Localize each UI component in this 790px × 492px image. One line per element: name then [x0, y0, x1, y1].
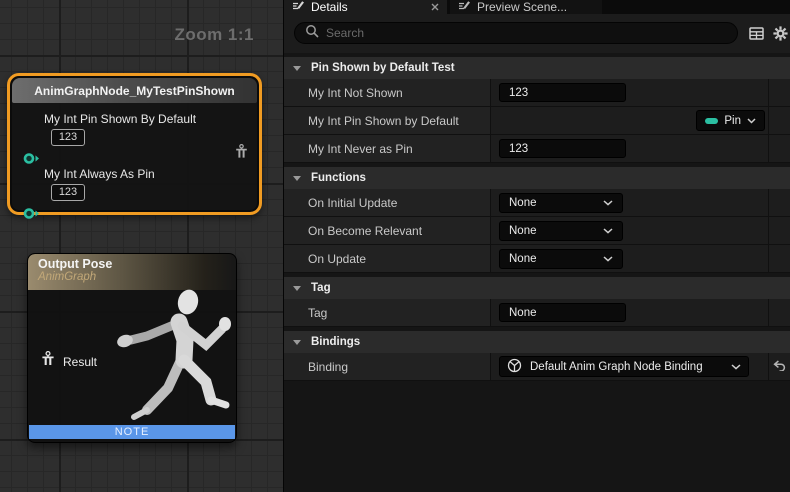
animgraph-editor-window: Zoom 1:1 AnimGraphNode_MyTestPinShown My… — [0, 0, 790, 492]
tab-bar: Details Preview Scene... — [284, 0, 790, 14]
pin-default-value[interactable]: 123 — [51, 184, 85, 201]
select-value: None — [509, 253, 537, 265]
tab-preview-scene[interactable]: Preview Scene... — [450, 0, 602, 14]
section-title: Tag — [311, 282, 331, 294]
search-row — [284, 14, 790, 53]
chevron-down-icon — [603, 225, 613, 237]
property-label: On Update — [284, 245, 491, 272]
section-bindings: Bindings Binding Default Anim Graph Node… — [284, 331, 790, 381]
property-label: My Int Never as Pin — [284, 135, 491, 162]
result-pin-row[interactable]: Result — [41, 351, 97, 372]
property-row: My Int Pin Shown by Default Pin — [284, 107, 790, 135]
reset-column — [768, 135, 790, 162]
property-label: My Int Not Shown — [284, 79, 491, 106]
binding-class-label: Default Anim Graph Node Binding — [530, 361, 703, 373]
expander-arrow-icon[interactable] — [293, 286, 301, 291]
node-title-bar[interactable]: Output Pose AnimGraph — [28, 254, 236, 290]
property-label: Tag — [284, 299, 491, 326]
pin-row: My Int Pin Shown By Default 123 — [44, 112, 235, 146]
close-icon[interactable] — [431, 0, 439, 14]
property-row: On Initial Update None — [284, 189, 790, 217]
property-row: Tag — [284, 299, 790, 327]
section-header[interactable]: Functions — [284, 167, 790, 189]
pose-pin-icon[interactable] — [41, 351, 55, 372]
reset-column — [768, 217, 790, 244]
section-tag: Tag Tag — [284, 277, 790, 327]
chevron-down-icon — [731, 361, 741, 373]
on-initial-update-select[interactable]: None — [499, 193, 623, 213]
chevron-down-icon — [603, 197, 613, 209]
select-value: None — [509, 225, 537, 237]
hide-pin-icon[interactable] — [235, 144, 248, 165]
search-input[interactable] — [326, 26, 727, 40]
my-int-not-shown-input[interactable] — [499, 83, 626, 102]
property-label: Binding — [284, 353, 491, 380]
property-row: My Int Not Shown — [284, 79, 790, 107]
pin-value-icon — [705, 118, 718, 124]
node-subtitle: AnimGraph — [38, 271, 236, 283]
details-tab-icon — [458, 0, 471, 14]
display-filter-icon[interactable] — [749, 27, 764, 45]
details-panel: Details Preview Scene... — [283, 0, 790, 492]
details-tab-icon — [292, 0, 305, 14]
section-pin-shown-by-default-test: Pin Shown by Default Test My Int Not Sho… — [284, 57, 790, 163]
pin-label: My Int Pin Shown By Default — [44, 112, 235, 126]
note-banner[interactable]: NOTE — [29, 425, 235, 439]
on-become-relevant-select[interactable]: None — [499, 221, 623, 241]
chevron-down-icon — [603, 253, 613, 265]
property-row: My Int Never as Pin — [284, 135, 790, 163]
property-label: My Int Pin Shown by Default — [284, 107, 491, 134]
pin-visibility-dropdown[interactable]: Pin — [696, 110, 765, 131]
pin-row: My Int Always As Pin 123 — [44, 167, 235, 201]
tab-details[interactable]: Details — [284, 0, 447, 14]
graph-node-mytestpinshown[interactable]: AnimGraphNode_MyTestPinShown My Int Pin … — [7, 73, 262, 215]
expander-arrow-icon[interactable] — [293, 340, 301, 345]
section-title: Bindings — [311, 336, 360, 348]
int-pin-icon[interactable] — [23, 152, 40, 170]
section-header[interactable]: Pin Shown by Default Test — [284, 57, 790, 79]
select-value: None — [509, 197, 537, 209]
my-int-never-as-pin-input[interactable] — [499, 139, 626, 158]
chevron-down-icon — [747, 115, 756, 127]
int-pin-icon[interactable] — [23, 207, 40, 225]
tag-input[interactable] — [499, 303, 626, 322]
reset-column — [768, 189, 790, 216]
pin-default-value[interactable]: 123 — [51, 129, 85, 146]
anim-graph-canvas[interactable]: Zoom 1:1 AnimGraphNode_MyTestPinShown My… — [0, 0, 283, 492]
property-label: On Become Relevant — [284, 217, 491, 244]
section-header[interactable]: Tag — [284, 277, 790, 299]
property-row: Binding Default Anim Graph Node Binding — [284, 353, 790, 381]
section-title: Functions — [311, 172, 366, 184]
on-update-select[interactable]: None — [499, 249, 623, 269]
binding-class-dropdown[interactable]: Default Anim Graph Node Binding — [499, 356, 749, 377]
reset-column — [768, 245, 790, 272]
property-row: On Update None — [284, 245, 790, 273]
expander-arrow-icon[interactable] — [293, 66, 301, 71]
reset-to-default-icon[interactable] — [773, 358, 786, 376]
reset-column — [768, 299, 790, 326]
property-label: On Initial Update — [284, 189, 491, 216]
section-title: Pin Shown by Default Test — [311, 62, 455, 74]
property-row: On Become Relevant None — [284, 217, 790, 245]
reset-column — [768, 79, 790, 106]
search-box[interactable] — [294, 22, 738, 44]
binding-class-icon — [507, 358, 522, 376]
tab-label: Preview Scene... — [477, 0, 567, 14]
search-icon — [305, 24, 319, 43]
result-pin-label: Result — [63, 355, 97, 369]
pin-label: My Int Always As Pin — [44, 167, 235, 181]
pin-dropdown-label: Pin — [724, 115, 741, 127]
graph-node-output-pose[interactable]: Output Pose AnimGraph — [27, 253, 237, 443]
reset-column — [768, 107, 790, 134]
node-body: My Int Pin Shown By Default 123 My Int A… — [10, 105, 259, 209]
node-title: Output Pose — [38, 257, 236, 271]
section-header[interactable]: Bindings — [284, 331, 790, 353]
zoom-level-indicator: Zoom 1:1 — [174, 25, 254, 45]
expander-arrow-icon[interactable] — [293, 176, 301, 181]
tab-label: Details — [311, 0, 425, 14]
gear-icon[interactable] — [773, 26, 788, 46]
node-title-bar[interactable]: AnimGraphNode_MyTestPinShown — [12, 78, 257, 103]
section-functions: Functions On Initial Update None On Beco… — [284, 167, 790, 273]
